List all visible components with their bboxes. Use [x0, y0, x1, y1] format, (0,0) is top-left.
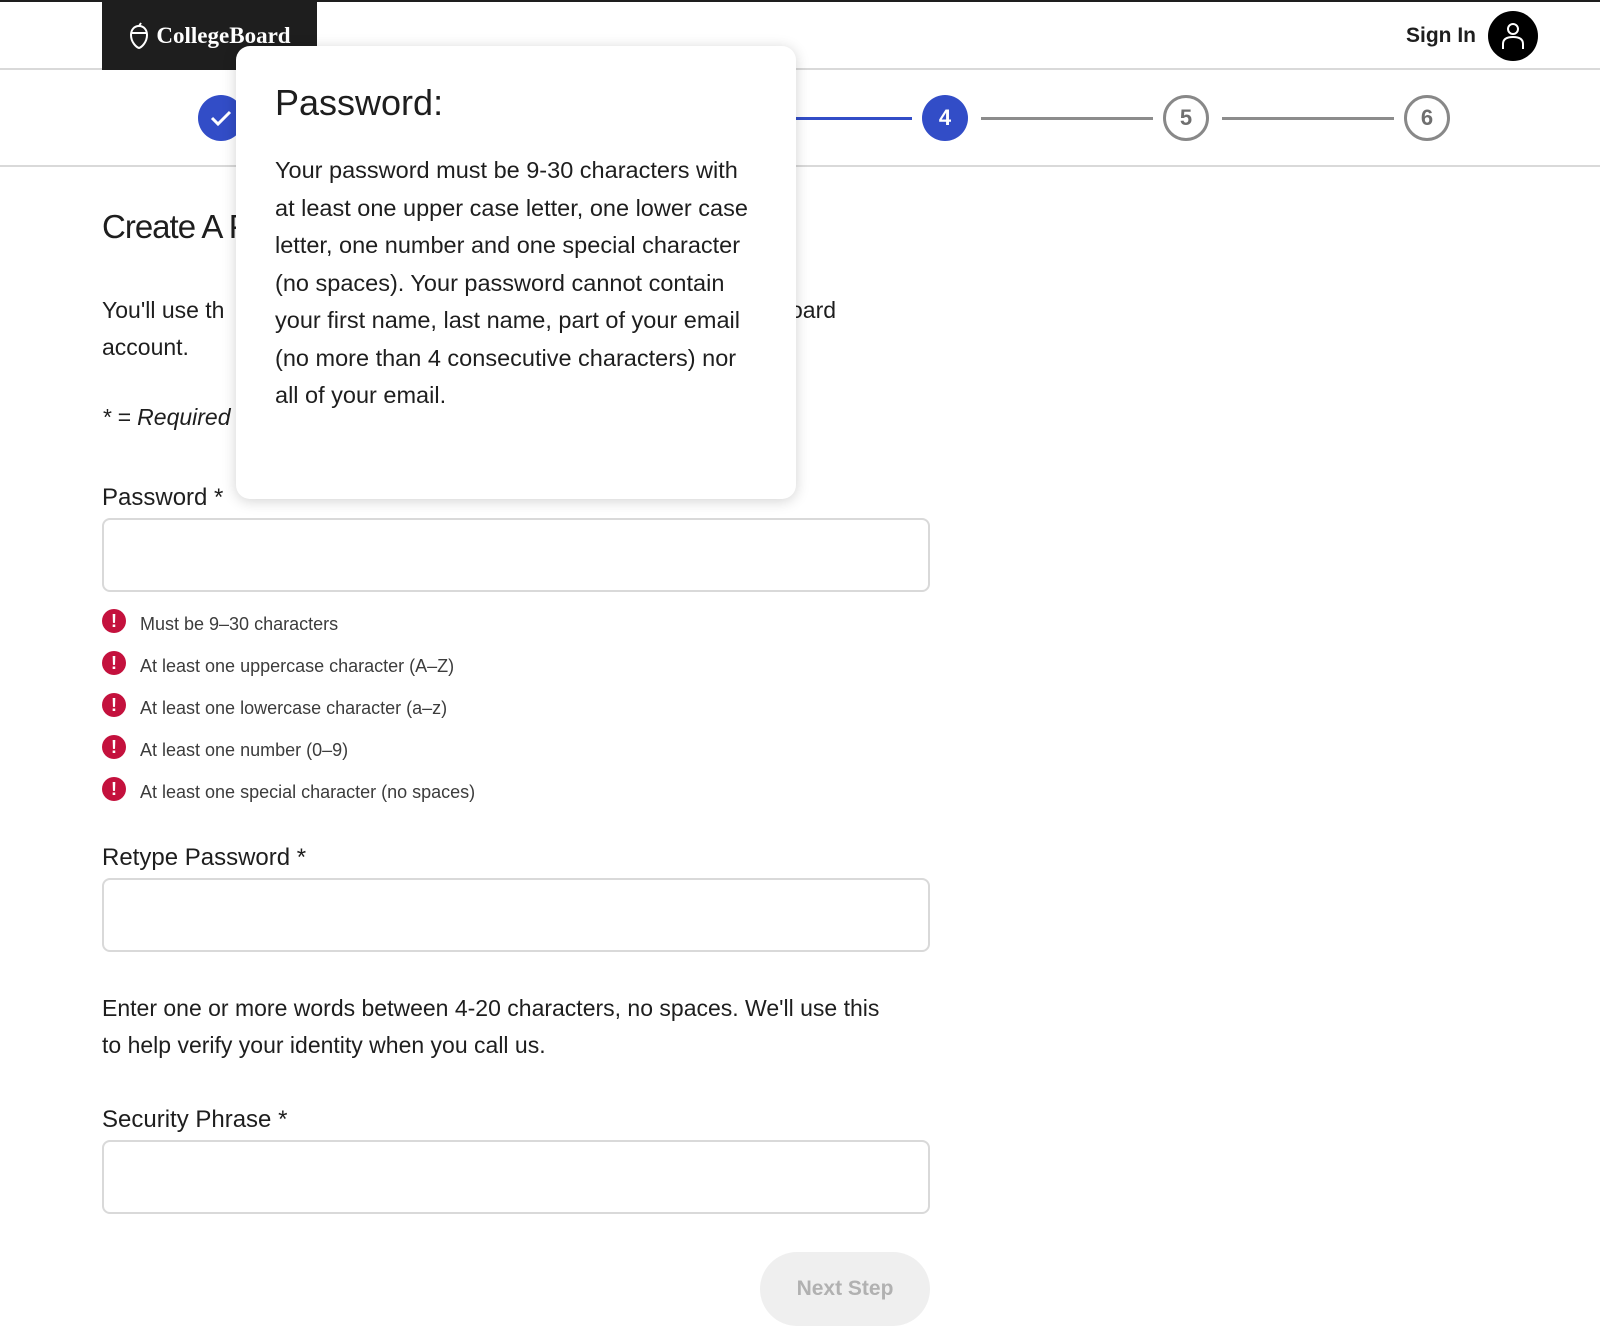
password-input[interactable] — [102, 518, 930, 592]
user-icon — [1488, 11, 1538, 61]
acorn-icon — [130, 22, 149, 50]
error-icon: ! — [102, 609, 126, 633]
password-rule-text: At least one special character (no space… — [140, 781, 476, 802]
error-icon: ! — [102, 735, 126, 759]
checkmark-icon — [210, 110, 232, 127]
intro-line1-right: oard — [790, 297, 837, 323]
step-connector — [981, 117, 1153, 120]
password-rule-text: At least one lowercase character (a–z) — [140, 697, 448, 718]
intro-line1-left: You'll use th — [102, 297, 225, 323]
intro-line2: account. — [102, 334, 189, 360]
step-6: 6 — [1404, 95, 1450, 141]
password-rule-text: At least one number (0–9) — [140, 739, 349, 760]
tooltip-title: Password: — [275, 82, 444, 123]
password-rule: ! At least one number (0–9) — [102, 729, 475, 771]
password-rule: ! At least one lowercase character (a–z) — [102, 687, 475, 729]
sign-in-label: Sign In — [1406, 24, 1476, 47]
error-icon: ! — [102, 651, 126, 675]
password-tooltip: Password: Your password must be 9-30 cha… — [236, 46, 796, 499]
step-connector — [1222, 117, 1394, 120]
error-icon: ! — [102, 693, 126, 717]
password-label: Password * — [102, 484, 224, 511]
sign-in-button[interactable]: Sign In — [1406, 11, 1538, 61]
security-phrase-input[interactable] — [102, 1140, 930, 1214]
required-note: * = Required — [102, 404, 231, 430]
error-icon: ! — [102, 777, 126, 801]
password-rule-text: At least one uppercase character (A–Z) — [140, 655, 455, 676]
password-rules-list: ! Must be 9–30 characters ! At least one… — [102, 603, 475, 813]
step-connector-completed — [790, 117, 912, 120]
password-rule: ! At least one special character (no spa… — [102, 771, 475, 813]
next-step-button[interactable]: Next Step — [760, 1252, 930, 1326]
tooltip-body: Your password must be 9-30 characters wi… — [275, 157, 748, 408]
step-4-current: 4 — [922, 95, 968, 141]
retype-password-input[interactable] — [102, 878, 930, 952]
page-title: Create A P — [102, 208, 251, 245]
retype-password-label: Retype Password * — [102, 844, 307, 871]
password-rule: ! Must be 9–30 characters — [102, 603, 475, 645]
security-phrase-label: Security Phrase * — [102, 1106, 288, 1133]
password-rule: ! At least one uppercase character (A–Z) — [102, 645, 475, 687]
step-5: 5 — [1163, 95, 1209, 141]
password-rule-text: Must be 9–30 characters — [140, 613, 339, 634]
security-phrase-hint: Enter one or more words between 4-20 cha… — [102, 995, 880, 1058]
